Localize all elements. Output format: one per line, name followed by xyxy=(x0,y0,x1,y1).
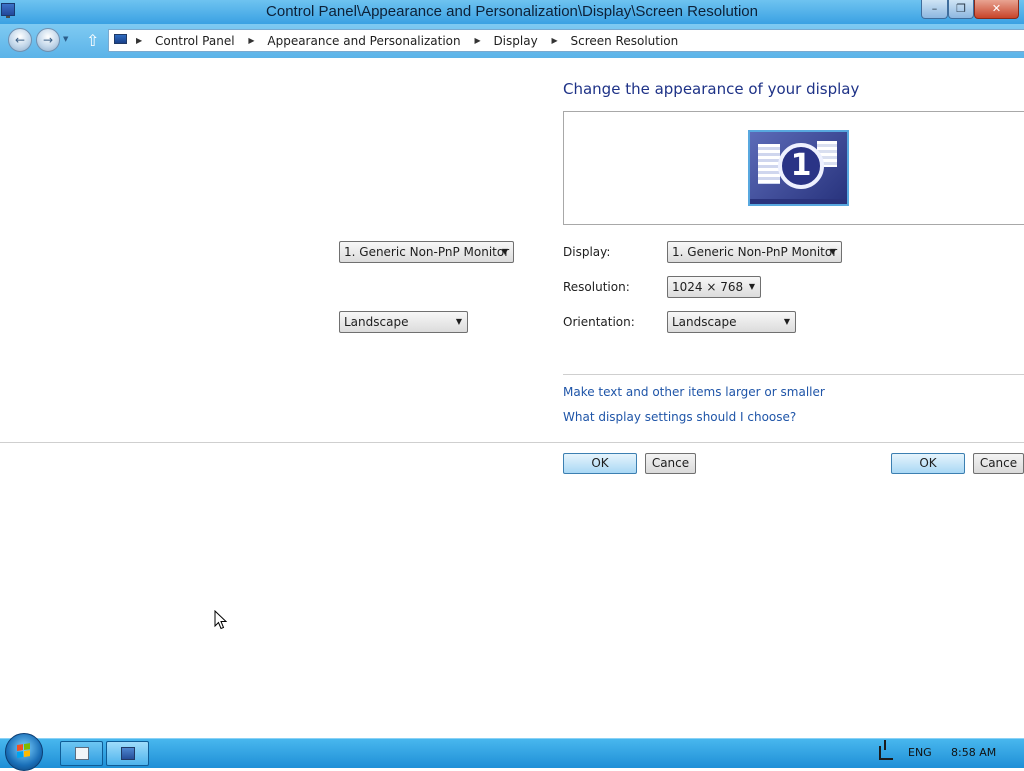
display-help-link[interactable]: What display settings should I choose? xyxy=(563,410,796,424)
back-icon: ← xyxy=(14,33,26,47)
start-button[interactable] xyxy=(5,733,43,771)
left-orientation-value: Landscape xyxy=(344,315,409,329)
maximize-button[interactable]: ❐ xyxy=(948,0,974,19)
chevron-right-icon[interactable]: ▶ xyxy=(474,36,480,45)
control-panel-icon xyxy=(114,34,127,44)
chevron-right-icon[interactable]: ▶ xyxy=(248,36,254,45)
chevron-right-icon[interactable]: ▶ xyxy=(136,36,142,45)
address-bar[interactable]: ▶ Control Panel ▶ Appearance and Persona… xyxy=(108,29,1024,52)
resolution-value: 1024 × 768 xyxy=(672,280,744,294)
mouse-cursor-icon xyxy=(214,610,228,630)
chevron-right-icon[interactable]: ▶ xyxy=(552,36,558,45)
ok-button-secondary[interactable]: OK xyxy=(891,453,965,474)
breadcrumb-appearance[interactable]: Appearance and Personalization xyxy=(267,34,460,48)
network-icon[interactable] xyxy=(879,740,893,760)
explorer-icon xyxy=(75,747,89,760)
monitor-number: 1 xyxy=(778,143,824,189)
dropdown-arrow-icon: ▼ xyxy=(829,247,836,256)
language-indicator[interactable]: ENG xyxy=(908,746,932,759)
divider xyxy=(563,374,1024,375)
display-value: 1. Generic Non-PnP Monitor xyxy=(672,245,838,259)
recent-pages-dropdown[interactable]: ▼ xyxy=(63,35,68,43)
left-display-dropdown[interactable]: 1. Generic Non-PnP Monitor ▼ xyxy=(339,241,514,263)
clock[interactable]: 8:58 AM xyxy=(951,746,996,759)
display-dropdown[interactable]: 1. Generic Non-PnP Monitor ▼ xyxy=(667,241,842,263)
breadcrumb: ▶ Control Panel ▶ Appearance and Persona… xyxy=(136,34,688,48)
display-label: Display: xyxy=(563,245,611,259)
ok-button[interactable]: OK xyxy=(563,453,637,474)
cancel-button[interactable]: Cance xyxy=(645,453,696,474)
breadcrumb-display[interactable]: Display xyxy=(493,34,537,48)
display-preview: 1 xyxy=(563,111,1024,225)
taskbar-control-panel-button[interactable] xyxy=(106,741,149,766)
close-button[interactable]: ✕ xyxy=(974,0,1019,19)
page-title: Change the appearance of your display xyxy=(563,80,860,98)
orientation-dropdown[interactable]: Landscape ▼ xyxy=(667,311,796,333)
text-size-link[interactable]: Make text and other items larger or smal… xyxy=(563,385,825,399)
dropdown-arrow-icon: ▼ xyxy=(748,282,755,291)
breadcrumb-screen-resolution[interactable]: Screen Resolution xyxy=(570,34,678,48)
left-display-value: 1. Generic Non-PnP Monitor xyxy=(344,245,510,259)
orientation-value: Landscape xyxy=(672,315,737,329)
window-thumbnail xyxy=(758,144,780,184)
navigation-bar: ← → ▼ ⇧ ▶ Control Panel ▶ Appearance and… xyxy=(0,24,1024,58)
windows-logo-icon xyxy=(17,743,31,759)
window-title: Control Panel\Appearance and Personaliza… xyxy=(266,3,758,20)
orientation-label: Orientation: xyxy=(563,315,635,329)
dropdown-arrow-icon: ▼ xyxy=(783,317,790,326)
minimize-button[interactable]: – xyxy=(921,0,948,19)
taskbar-explorer-button[interactable] xyxy=(60,741,103,766)
dropdown-arrow-icon: ▼ xyxy=(501,247,508,256)
control-panel-icon xyxy=(121,747,135,760)
forward-icon: → xyxy=(42,33,54,47)
left-orientation-dropdown[interactable]: Landscape ▼ xyxy=(339,311,468,333)
resolution-label: Resolution: xyxy=(563,280,630,294)
taskbar: ENG 8:58 AM xyxy=(0,733,1024,771)
monitor-taskbar xyxy=(750,199,847,204)
cancel-button-secondary[interactable]: Cance xyxy=(973,453,1024,474)
up-arrow-icon[interactable]: ⇧ xyxy=(86,31,99,50)
back-button[interactable]: ← xyxy=(8,28,32,52)
forward-button[interactable]: → xyxy=(36,28,60,52)
divider xyxy=(0,442,1024,443)
monitor-icon[interactable]: 1 xyxy=(748,130,849,206)
title-bar[interactable]: Control Panel\Appearance and Personaliza… xyxy=(0,0,1024,24)
breadcrumb-control-panel[interactable]: Control Panel xyxy=(155,34,235,48)
resolution-dropdown[interactable]: 1024 × 768 ▼ xyxy=(667,276,761,298)
dropdown-arrow-icon: ▼ xyxy=(455,317,462,326)
